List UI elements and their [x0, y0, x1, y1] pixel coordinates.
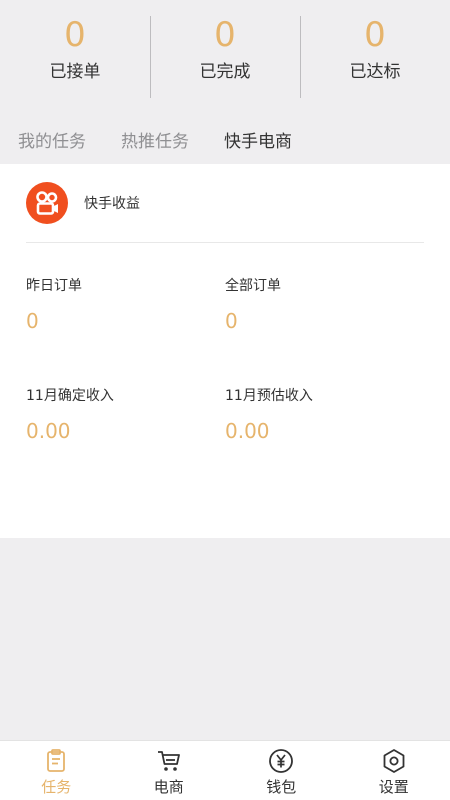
metric-confirmed-income: 11月确定收入 0.00 — [26, 385, 225, 443]
stat-qualified[interactable]: 0 已达标 — [300, 14, 450, 114]
tabbar-label: 设置 — [378, 778, 409, 796]
yen-coin-icon — [269, 749, 294, 773]
stats-bar: 0 已接单 0 已完成 0 已达标 — [0, 0, 450, 114]
tab-my-tasks[interactable]: 我的任务 — [18, 127, 86, 152]
stat-completed[interactable]: 0 已完成 — [150, 14, 300, 114]
stat-label: 已接单 — [49, 62, 101, 82]
metric-label: 11月确定收入 — [26, 388, 114, 404]
metric-value: 0 — [225, 309, 238, 333]
clipboard-icon — [47, 749, 66, 772]
stat-accepted[interactable]: 0 已接单 — [0, 14, 150, 114]
metric-label: 昨日订单 — [26, 278, 82, 294]
tabbar-item-wallet[interactable]: 钱包 — [225, 741, 338, 800]
tab-hot-tasks[interactable]: 热推任务 — [121, 127, 189, 152]
stat-label: 已完成 — [199, 62, 251, 82]
stat-value: 0 — [364, 15, 386, 55]
tabbar-item-settings[interactable]: 设置 — [338, 741, 450, 800]
tabbar-item-ecommerce[interactable]: 电商 — [113, 741, 226, 800]
metric-all-orders: 全部订单 0 — [225, 243, 424, 385]
metric-value: 0.00 — [26, 419, 71, 443]
kuaishou-camera-icon — [26, 182, 68, 224]
tab-kuaishou-ecommerce[interactable]: 快手电商 — [224, 127, 292, 152]
tabbar-label: 钱包 — [266, 778, 297, 796]
stat-value: 0 — [214, 15, 236, 55]
tabbar-item-tasks[interactable]: 任务 — [0, 741, 113, 800]
metric-value: 0 — [26, 309, 39, 333]
card-title: 快手收益 — [84, 196, 140, 212]
stat-value: 0 — [64, 15, 86, 55]
metric-value: 0.00 — [225, 419, 270, 443]
earnings-card: 快手收益 昨日订单 0 全部订单 0 11月确定收入 0.00 11月预估收入 … — [0, 164, 450, 538]
bottom-tab-bar: 任务 电商 钱包 设置 — [0, 740, 450, 800]
metric-label: 11月预估收入 — [225, 388, 313, 404]
metric-estimated-income: 11月预估收入 0.00 — [225, 385, 424, 443]
cart-icon — [157, 751, 180, 771]
stat-label: 已达标 — [349, 62, 401, 82]
tabbar-label: 电商 — [153, 778, 184, 796]
metric-yesterday-orders: 昨日订单 0 — [26, 243, 225, 385]
metric-label: 全部订单 — [225, 278, 281, 294]
hexagon-settings-icon — [383, 749, 405, 773]
metrics-grid: 昨日订单 0 全部订单 0 11月确定收入 0.00 11月预估收入 0.00 — [26, 243, 424, 443]
task-tabs: 我的任务 热推任务 快手电商 — [0, 114, 450, 164]
tabbar-label: 任务 — [41, 778, 72, 796]
card-header: 快手收益 — [26, 164, 424, 243]
